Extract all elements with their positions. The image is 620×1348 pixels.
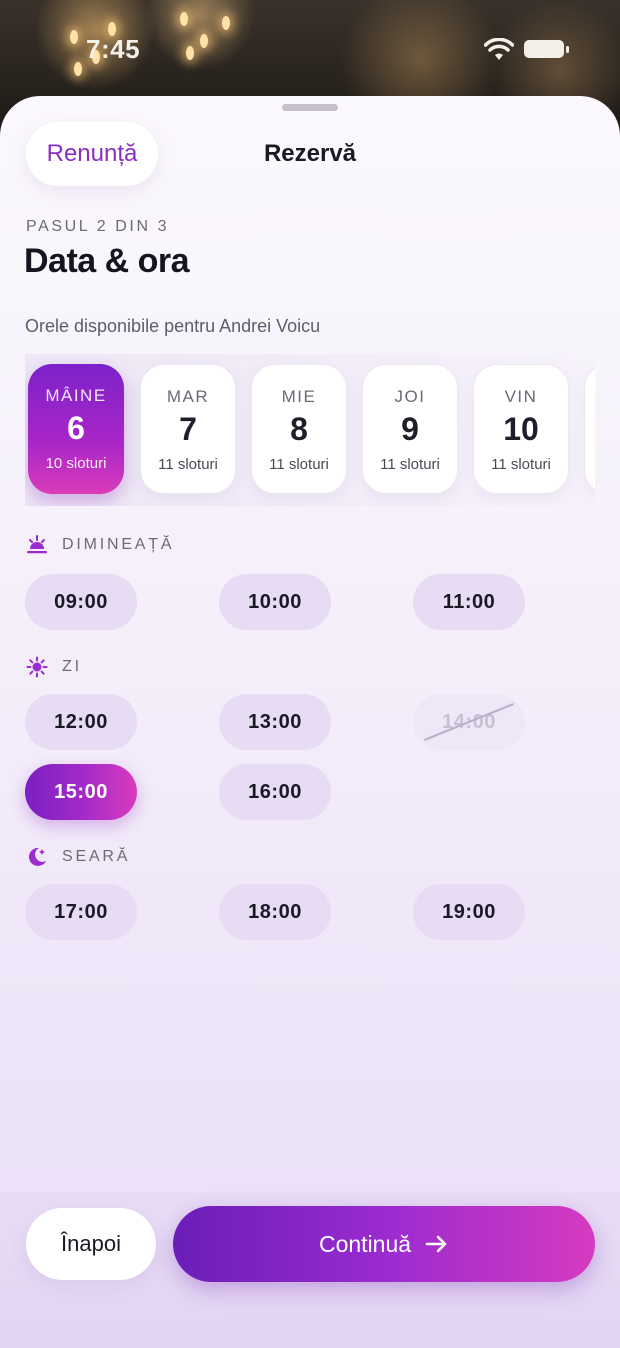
time-slot[interactable]: 12:00: [25, 694, 137, 750]
day-card[interactable]: VIN 10 11 sloturi: [473, 364, 569, 494]
time-slot[interactable]: 19:00: [413, 884, 525, 940]
sun-icon: [26, 656, 48, 678]
day-slot-count: 10 sloturi: [45, 455, 107, 472]
page-subtitle: Orele disponibile pentru Andrei Voicu: [25, 316, 321, 336]
time-slot[interactable]: 13:00: [219, 694, 331, 750]
step-indicator: PASUL 2 DIN 3: [26, 218, 170, 235]
time-slot[interactable]: 17:00: [25, 884, 137, 940]
day-slot-count: 11 sloturi: [380, 456, 440, 473]
wifi-icon: [484, 38, 514, 60]
time-slot[interactable]: 11:00: [413, 574, 525, 630]
page-title: Data & ora: [24, 242, 190, 280]
time-slot-unavailable: 14:00: [413, 694, 525, 750]
continue-label: Continuă: [318, 1230, 412, 1257]
time-slot[interactable]: 18:00: [219, 884, 331, 940]
day-picker[interactable]: MÂINE 6 10 sloturi MAR 7 11 sloturi MIE …: [25, 354, 595, 506]
day-card[interactable]: JOI 9 11 sloturi: [362, 364, 458, 494]
day-number: 9: [401, 411, 419, 447]
day-card-partial[interactable]: [584, 364, 595, 494]
arrow-right-icon: [425, 1235, 447, 1253]
section-day: ZI: [26, 656, 82, 678]
footer-actions: Înapoi Continuă: [0, 1192, 620, 1348]
sunrise-icon: [27, 535, 47, 554]
status-time: 7:45: [86, 34, 141, 64]
back-button[interactable]: Înapoi: [26, 1208, 156, 1280]
day-name: MÂINE: [45, 386, 107, 405]
day-number: 6: [67, 410, 85, 446]
status-bar: 7:45: [0, 0, 620, 96]
day-number: 8: [290, 411, 308, 447]
time-slot-selected[interactable]: 15:00: [25, 764, 137, 820]
day-name: VIN: [504, 387, 538, 406]
continue-button[interactable]: Continuă: [173, 1206, 595, 1282]
day-card[interactable]: MIE 8 11 sloturi: [251, 364, 347, 494]
time-slot[interactable]: 09:00: [25, 574, 137, 630]
strikethrough-line: [424, 703, 514, 741]
booking-sheet: Renunță Rezervă PASUL 2 DIN 3 Data & ora…: [0, 96, 620, 1348]
battery-icon: [524, 40, 569, 58]
day-slot-count: 11 sloturi: [158, 456, 218, 473]
day-card[interactable]: MAR 7 11 sloturi: [140, 364, 236, 494]
day-name: JOI: [394, 387, 426, 406]
section-morning: DIMINEAȚĂ: [26, 534, 174, 556]
day-slot-count: 11 sloturi: [269, 456, 329, 473]
section-evening: SEARĂ: [26, 846, 130, 868]
day-name: MAR: [166, 387, 210, 406]
sheet-grabber[interactable]: [282, 104, 338, 111]
moon-icon: [28, 847, 46, 866]
section-evening-label: SEARĂ: [62, 848, 131, 865]
day-slot-count: 11 sloturi: [491, 456, 551, 473]
section-morning-label: DIMINEAȚĂ: [62, 536, 175, 553]
day-number: 7: [179, 411, 197, 447]
day-number: 10: [503, 411, 539, 447]
section-day-label: ZI: [62, 658, 82, 675]
day-name: MIE: [281, 387, 317, 406]
time-slot[interactable]: 16:00: [219, 764, 331, 820]
sheet-title: Rezervă: [263, 140, 357, 167]
time-slot[interactable]: 10:00: [219, 574, 331, 630]
day-card-selected[interactable]: MÂINE 6 10 sloturi: [28, 364, 124, 494]
